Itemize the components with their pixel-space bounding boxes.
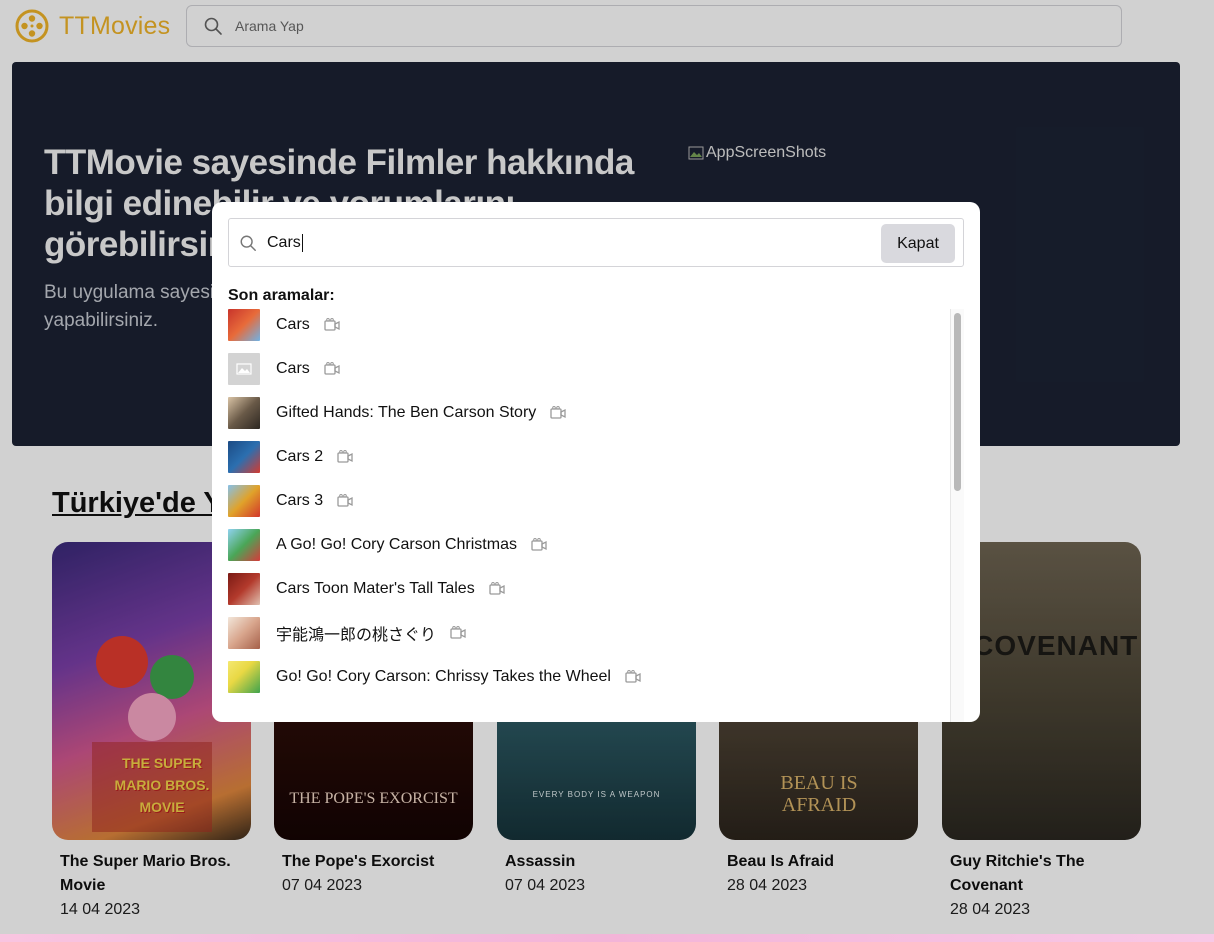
result-item[interactable]: Go! Go! Cory Carson: Chrissy Takes the W…	[228, 661, 641, 693]
result-title: 宇能鴻一郎の桃さぐり	[276, 627, 437, 644]
result-title: Cars	[276, 360, 310, 377]
result-title: A Go! Go! Cory Carson Christmas	[276, 536, 517, 553]
result-thumbnail	[228, 661, 260, 693]
result-title: Gifted Hands: The Ben Carson Story	[276, 404, 537, 421]
video-camera-icon	[324, 362, 340, 375]
scrollbar-thumb[interactable]	[954, 313, 961, 491]
video-camera-icon	[337, 450, 353, 463]
search-icon	[240, 235, 256, 251]
image-placeholder-icon	[236, 363, 252, 375]
result-thumbnail	[228, 309, 260, 341]
close-button[interactable]: Kapat	[881, 224, 955, 263]
modal-search-field[interactable]: Cars Kapat	[228, 218, 964, 267]
result-thumbnail	[228, 441, 260, 473]
result-title: Cars	[276, 316, 310, 333]
search-query[interactable]: Cars	[267, 234, 301, 252]
video-camera-icon	[625, 670, 641, 683]
search-results-list[interactable]: Cars Cars Gifted Hands: The Ben Carson S…	[228, 309, 964, 722]
result-title: Cars 3	[276, 492, 324, 509]
result-item[interactable]: Gifted Hands: The Ben Carson Story	[228, 397, 566, 429]
result-item[interactable]: Cars Toon Mater's Tall Tales	[228, 573, 505, 605]
bottom-strip	[0, 934, 1214, 942]
search-modal: Cars Kapat Son aramalar: Cars Cars Gifte…	[212, 202, 980, 722]
video-camera-icon	[337, 494, 353, 507]
result-title: Cars Toon Mater's Tall Tales	[276, 580, 475, 597]
result-title: Go! Go! Cory Carson: Chrissy Takes the W…	[276, 668, 611, 685]
result-item[interactable]: 宇能鴻一郎の桃さぐり	[228, 617, 466, 649]
video-camera-icon	[550, 406, 566, 419]
result-thumbnail	[228, 529, 260, 561]
result-item[interactable]: A Go! Go! Cory Carson Christmas	[228, 529, 547, 561]
result-item[interactable]: Cars	[228, 353, 340, 385]
video-camera-icon	[489, 582, 505, 595]
result-thumbnail	[228, 617, 260, 649]
results-scrollbar[interactable]	[950, 309, 964, 722]
result-thumbnail-placeholder	[228, 353, 260, 385]
recent-searches-label: Son aramalar:	[228, 287, 335, 304]
text-caret	[301, 233, 303, 252]
video-camera-icon	[531, 538, 547, 551]
result-item[interactable]: Cars 3	[228, 485, 353, 517]
result-title: Cars 2	[276, 448, 324, 465]
result-thumbnail	[228, 397, 260, 429]
result-item[interactable]: Cars 2	[228, 441, 353, 473]
result-item[interactable]: Cars	[228, 309, 340, 341]
result-thumbnail	[228, 485, 260, 517]
video-camera-icon	[450, 626, 466, 639]
video-camera-icon	[324, 318, 340, 331]
result-thumbnail	[228, 573, 260, 605]
